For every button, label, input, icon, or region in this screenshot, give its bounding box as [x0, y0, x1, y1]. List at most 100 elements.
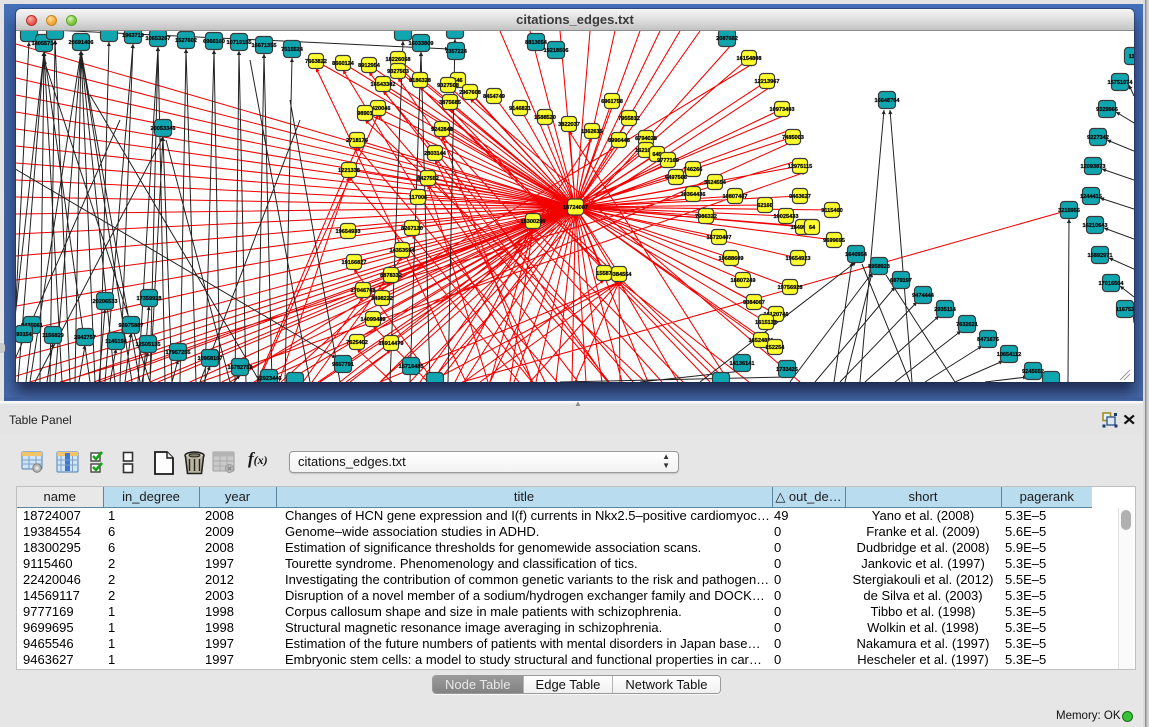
svg-text:8813054: 8813054 — [525, 40, 548, 46]
svg-text:9699695: 9699695 — [823, 238, 845, 244]
svg-text:93154: 93154 — [16, 332, 32, 338]
svg-text:10654112: 10654112 — [997, 352, 1022, 358]
svg-text:9084067: 9084067 — [743, 300, 765, 306]
svg-text:10653267: 10653267 — [146, 36, 171, 42]
svg-text:8267130: 8267130 — [401, 226, 423, 232]
svg-text:16543382: 16543382 — [371, 82, 396, 88]
svg-text:9245652: 9245652 — [1022, 369, 1044, 375]
svg-text:19654933: 19654933 — [336, 229, 361, 235]
svg-text:1145194: 1145194 — [105, 339, 127, 345]
svg-text:10025433: 10025433 — [774, 214, 799, 220]
svg-text:1527602: 1527602 — [175, 38, 197, 44]
svg-text:10958107: 10958107 — [198, 356, 223, 362]
svg-text:18807249: 18807249 — [731, 278, 756, 284]
svg-text:16914479: 16914479 — [379, 341, 404, 347]
svg-text:8454749: 8454749 — [483, 94, 505, 100]
svg-text:6497568: 6497568 — [665, 175, 687, 181]
svg-text:8958923: 8958923 — [868, 264, 890, 270]
svg-text:10973493: 10973493 — [770, 107, 795, 113]
svg-text:7663822: 7663822 — [305, 59, 327, 65]
svg-text:8471676: 8471676 — [977, 337, 999, 343]
svg-text:19218506: 19218506 — [544, 48, 569, 54]
svg-text:1221338: 1221338 — [338, 168, 360, 174]
svg-text:9227342: 9227342 — [1087, 135, 1109, 141]
svg-text:19654923: 19654923 — [786, 256, 811, 262]
svg-text:19756928: 19756928 — [778, 285, 803, 291]
svg-text:17359928: 17359928 — [137, 296, 162, 302]
svg-text:15892971: 15892971 — [1088, 253, 1113, 259]
svg-text:3498222: 3498222 — [371, 296, 393, 302]
svg-text:14353594: 14353594 — [390, 248, 416, 254]
svg-text:10688609: 10688609 — [719, 256, 744, 262]
svg-text:12975115: 12975115 — [788, 164, 813, 170]
svg-text:8427552: 8427552 — [417, 176, 439, 182]
svg-text:15720407: 15720407 — [707, 235, 732, 241]
svg-text:1244415: 1244415 — [1080, 194, 1102, 200]
svg-text:7625402: 7625402 — [346, 340, 368, 346]
svg-text:16210643: 16210643 — [1083, 223, 1108, 229]
svg-text:9657791: 9657791 — [332, 362, 354, 368]
svg-text:93975887: 93975887 — [119, 323, 144, 329]
svg-text:16033809: 16033809 — [409, 41, 434, 47]
svg-text:2803144: 2803144 — [424, 151, 447, 157]
svg-text:12213967: 12213967 — [755, 79, 780, 85]
svg-text:20053346: 20053346 — [151, 126, 176, 132]
svg-text:18724007: 18724007 — [563, 205, 588, 211]
svg-text:15716485: 15716485 — [399, 364, 424, 370]
svg-text:3822037: 3822037 — [558, 122, 580, 128]
svg-text:6966160: 6966160 — [203, 39, 225, 45]
svg-text:116753: 116753 — [1116, 307, 1134, 313]
svg-text:12093873: 12093873 — [1081, 164, 1106, 170]
svg-text:9146821: 9146821 — [509, 106, 531, 112]
svg-text:9474444: 9474444 — [912, 293, 935, 299]
svg-text:16671355: 16671355 — [252, 43, 277, 49]
svg-text:98901: 98901 — [357, 111, 373, 117]
svg-text:3215955: 3215955 — [1058, 208, 1080, 214]
svg-text:3624554: 3624554 — [704, 180, 727, 186]
svg-text:1156829: 1156829 — [42, 333, 63, 339]
svg-text:16154808: 16154808 — [737, 56, 762, 62]
svg-text:17046768: 17046768 — [351, 288, 376, 294]
svg-text:2718176: 2718176 — [346, 138, 368, 144]
svg-text:9327508: 9327508 — [437, 83, 459, 89]
svg-text:14055714: 14055714 — [32, 41, 58, 47]
svg-text:8990448: 8990448 — [608, 138, 630, 144]
svg-text:18226058: 18226058 — [386, 57, 411, 63]
svg-text:12505135: 12505135 — [136, 342, 161, 348]
svg-text:14099489: 14099489 — [361, 317, 386, 323]
svg-text:7485003: 7485003 — [782, 135, 804, 141]
svg-text:6961758: 6961758 — [601, 99, 623, 105]
svg-text:252254: 252254 — [766, 345, 786, 351]
svg-text:7986322: 7986322 — [695, 214, 717, 220]
svg-text:6879197: 6879197 — [890, 278, 912, 284]
svg-text:10719155: 10719155 — [227, 40, 252, 46]
svg-text:1362615: 1362615 — [581, 129, 603, 135]
svg-text:7515524: 7515524 — [281, 47, 304, 53]
svg-text:12923446: 12923446 — [257, 376, 282, 382]
svg-text:7357224: 7357224 — [445, 49, 468, 55]
svg-text:17957255: 17957255 — [166, 350, 191, 356]
svg-text:746266: 746266 — [684, 167, 703, 173]
svg-text:19166827: 19166827 — [342, 260, 367, 266]
svg-text:111: 111 — [1129, 54, 1134, 60]
svg-text:15587: 15587 — [596, 271, 612, 277]
svg-text:117006: 117006 — [409, 195, 427, 201]
svg-text:20691406: 20691406 — [69, 40, 94, 46]
svg-text:9463627: 9463627 — [789, 194, 811, 200]
svg-text:17016504: 17016504 — [1099, 281, 1125, 287]
svg-text:8186328: 8186328 — [409, 78, 431, 84]
svg-text:15751074: 15751074 — [1108, 80, 1134, 86]
svg-text:2967608: 2967608 — [459, 90, 481, 96]
svg-text:9115460: 9115460 — [821, 208, 842, 214]
svg-text:16648764: 16648764 — [875, 98, 901, 104]
svg-text:20364436: 20364436 — [681, 192, 706, 198]
svg-text:6794028: 6794028 — [635, 136, 657, 142]
svg-text:2087682: 2087682 — [716, 36, 738, 42]
svg-text:1640954: 1640954 — [845, 252, 868, 258]
svg-text:3875685: 3875685 — [439, 100, 461, 106]
svg-text:7955812: 7955812 — [618, 116, 640, 122]
svg-text:2942757: 2942757 — [74, 335, 96, 341]
svg-text:9329966: 9329966 — [1096, 107, 1118, 113]
svg-text:64: 64 — [809, 225, 816, 231]
svg-text:1963719: 1963719 — [122, 33, 144, 39]
